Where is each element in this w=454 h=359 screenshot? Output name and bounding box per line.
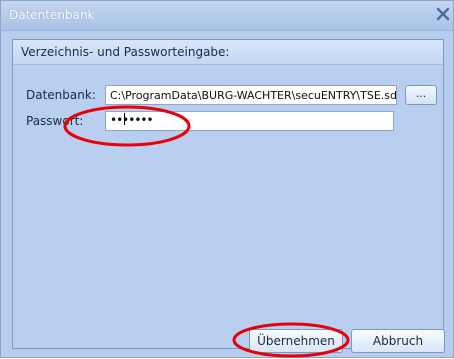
group-title: Verzeichnis- und Passworteingabe: [21, 45, 230, 59]
browse-button[interactable]: ... [405, 85, 437, 105]
window-title: Datentenbank [9, 8, 95, 22]
dialog-window: Datentenbank Verzeichnis- und Passwortei… [0, 0, 454, 358]
database-path-input[interactable]: C:\ProgramData\BURG-WACHTER\secuENTRY\TS… [105, 85, 397, 105]
close-icon[interactable] [435, 6, 451, 22]
title-bar[interactable]: Datentenbank [1, 1, 453, 31]
text-cursor [124, 113, 125, 125]
cancel-button[interactable]: Abbruch [351, 329, 445, 353]
apply-button[interactable]: Übernehmen [249, 329, 343, 353]
database-label: Datenbank: [26, 88, 96, 102]
password-input[interactable]: ••••••• [105, 111, 394, 131]
password-label: Passwort: [26, 114, 84, 128]
group-header: Verzeichnis- und Passworteingabe: [13, 40, 443, 65]
